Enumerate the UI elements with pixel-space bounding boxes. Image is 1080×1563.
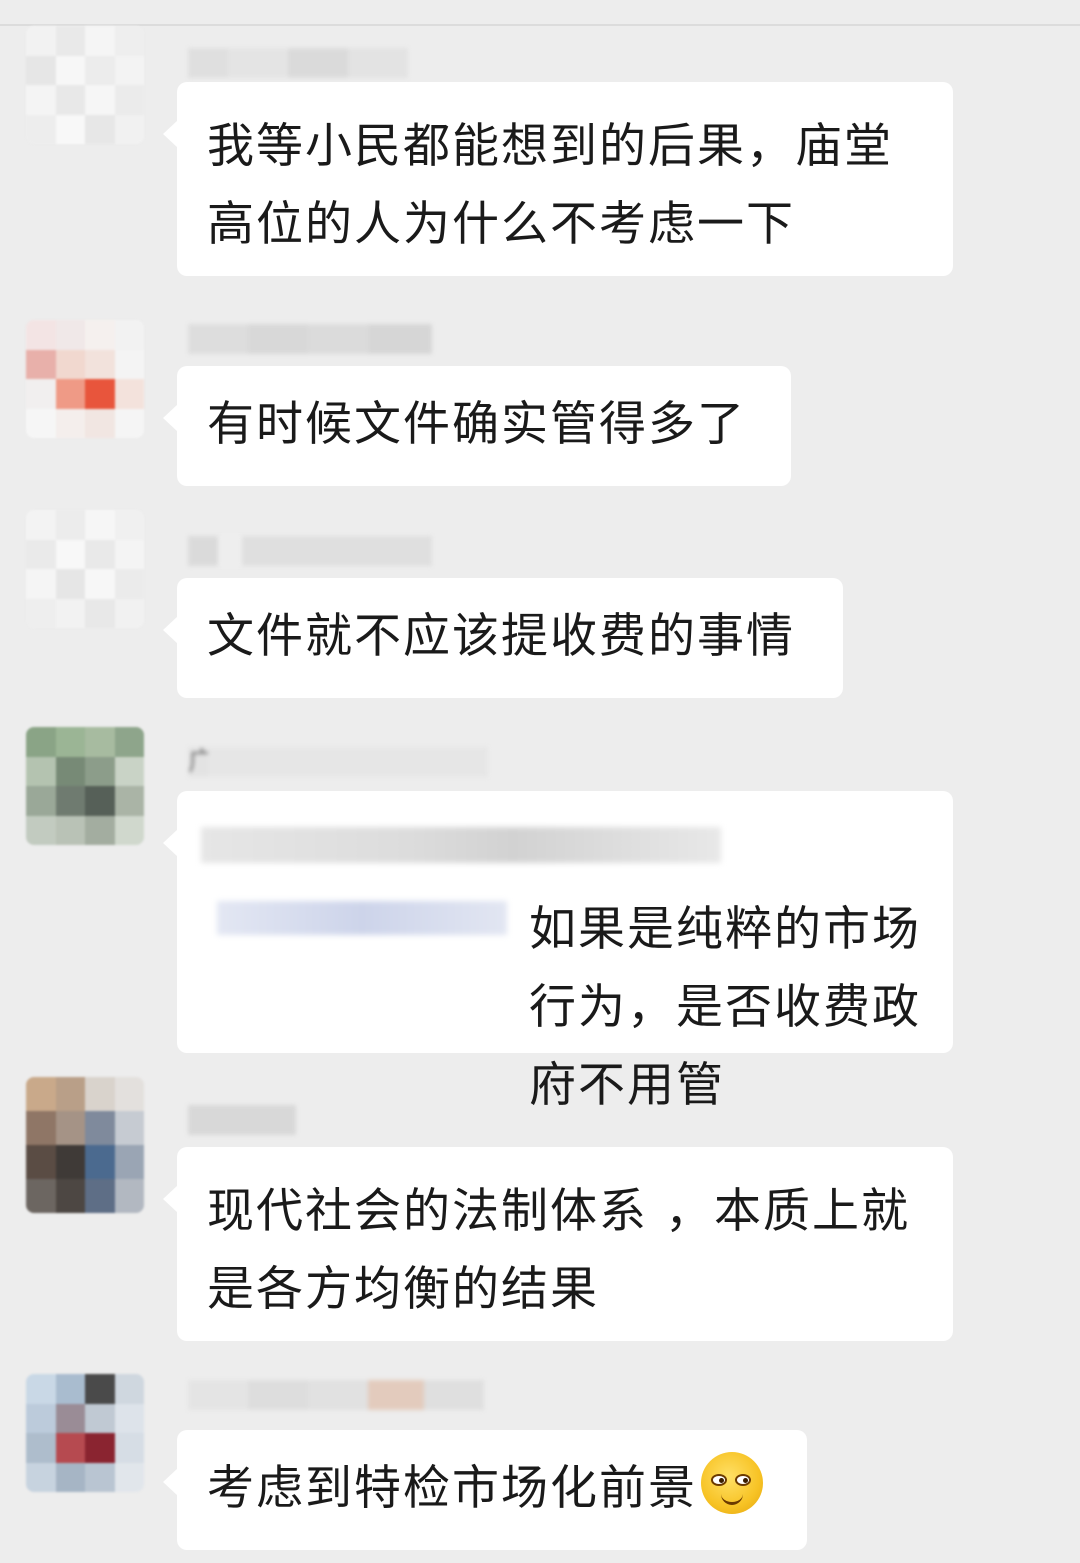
sender-nickname [188,1105,296,1135]
message-bubble[interactable]: 文件就不应该提收费的事情 [163,578,843,698]
avatar[interactable] [26,26,144,144]
message-bubble[interactable]: 我等小民都能想到的后果，庙堂 高位的人为什么不考虑一下 [163,82,953,276]
avatar[interactable] [26,510,144,628]
chat-message-list[interactable]: 我等小民都能想到的后果，庙堂 高位的人为什么不考虑一下 有时候文件确实管得多了 [0,0,1080,1563]
quoted-reference [201,827,721,863]
avatar[interactable] [26,320,144,438]
avatar[interactable] [26,727,144,845]
avatar[interactable] [26,1077,144,1213]
message-bubble[interactable]: 考虑到特检市场化前景 [163,1430,807,1550]
sender-nickname [188,324,432,354]
message-text: 考虑到特检市场化前景 [207,1461,697,1516]
sender-nickname [188,48,408,78]
message-text: 现代社会的法制体系 ，本质上就 是各方均衡的结果 [207,1184,910,1317]
sender-nickname [188,536,432,566]
message-bubble[interactable]: 现代社会的法制体系 ，本质上就 是各方均衡的结果 [163,1147,953,1341]
smirk-face-icon [701,1452,763,1514]
sender-nickname: 广 [188,747,488,777]
nickname-prefix: 广 [188,747,215,777]
message-text: 我等小民都能想到的后果，庙堂 高位的人为什么不考虑一下 [207,119,893,252]
message-text: 有时候文件确实管得多了 [207,397,746,452]
avatar[interactable] [26,1374,144,1492]
mention-link[interactable] [217,901,507,935]
sender-nickname [188,1380,484,1410]
message-bubble[interactable]: 如果是纯粹的市场 行为，是否收费政府不用管 [163,791,953,1113]
message-bubble[interactable]: 有时候文件确实管得多了 [163,366,791,486]
message-text: 文件就不应该提收费的事情 [207,609,795,664]
